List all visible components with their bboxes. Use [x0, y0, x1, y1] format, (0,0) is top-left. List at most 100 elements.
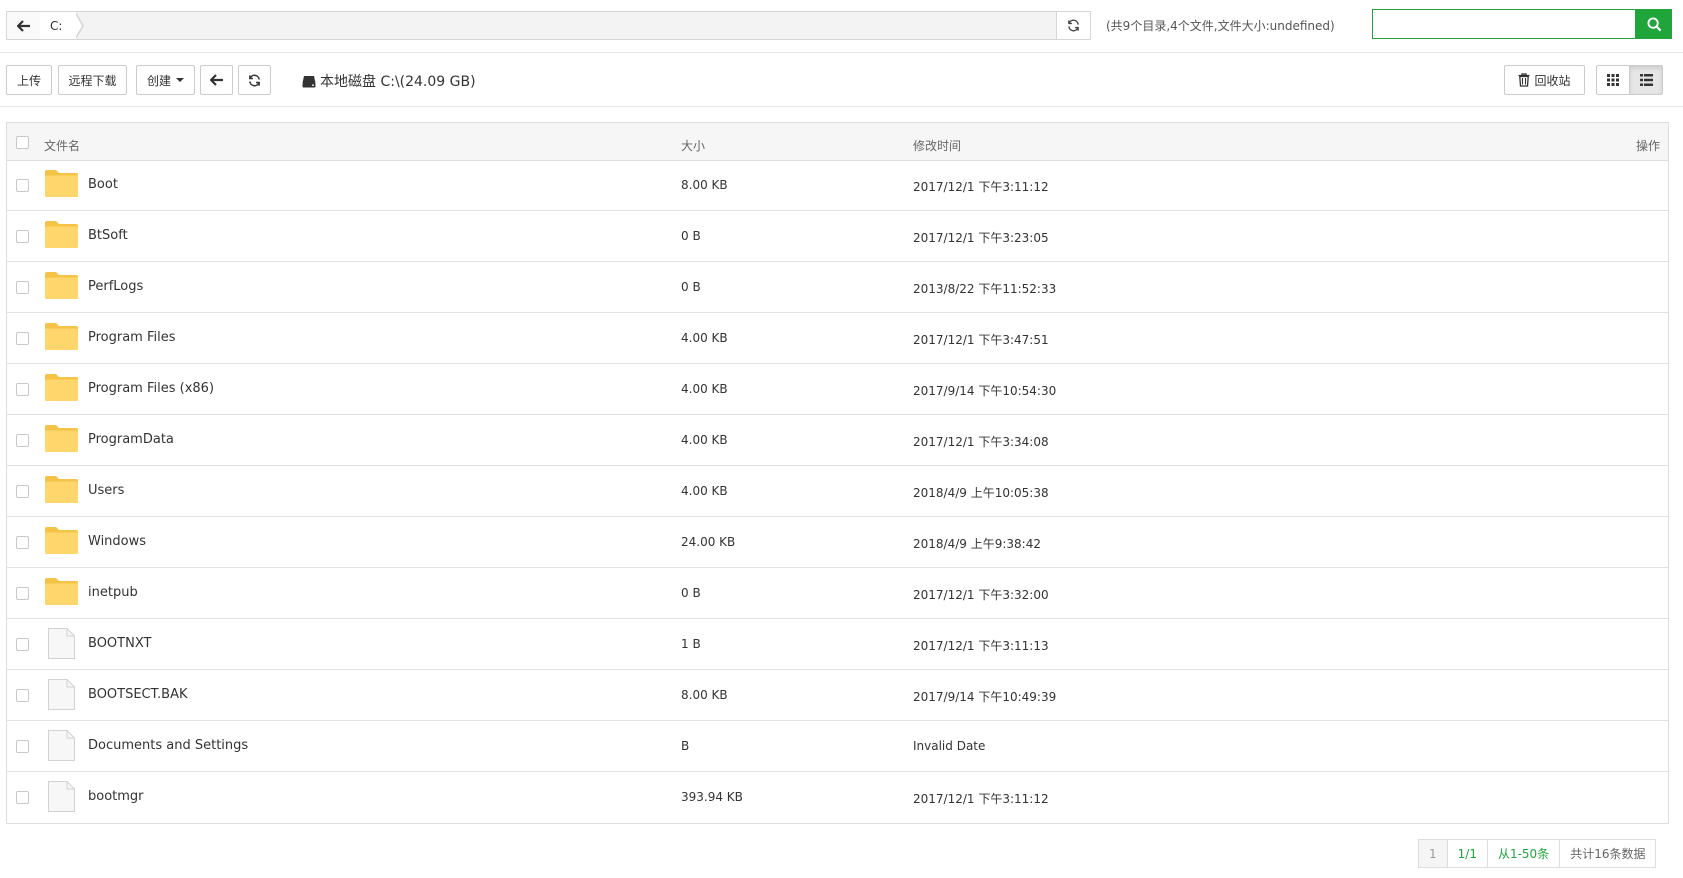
select-all-checkbox[interactable]: [16, 136, 29, 149]
file-size: 24.00 KB: [681, 535, 736, 549]
table-row[interactable]: inetpub 0 B 2017/12/1 下午3:32:00: [7, 568, 1668, 619]
folder-icon: [45, 476, 78, 503]
folder-icon: [45, 323, 78, 350]
table-row[interactable]: BOOTNXT 1 B 2017/12/1 下午3:11:13: [7, 619, 1668, 670]
table-row[interactable]: Program Files (x86) 4.00 KB 2017/9/14 下午10…: [7, 364, 1668, 415]
file-name[interactable]: Users: [88, 483, 124, 498]
file-name[interactable]: Documents and Settings: [88, 738, 248, 753]
table-row[interactable]: Windows 24.00 KB 2018/4/9 上午9:38:42: [7, 517, 1668, 568]
row-checkbox[interactable]: [16, 434, 29, 447]
row-checkbox[interactable]: [16, 281, 29, 294]
file-icon: [48, 730, 75, 761]
file-mtime: 2017/12/1 下午3:23:05: [913, 231, 1049, 245]
pager-range: 从1-50条: [1486, 840, 1560, 867]
file-mtime: 2017/9/14 下午10:49:39: [913, 690, 1057, 704]
table-row[interactable]: Documents and Settings B Invalid Date: [7, 721, 1668, 772]
file-size: 4.00 KB: [681, 382, 728, 396]
search-button[interactable]: [1636, 9, 1672, 39]
refresh-icon: [1068, 19, 1079, 32]
recycle-bin-label: 回收站: [1534, 73, 1571, 88]
column-header-name[interactable]: 文件名: [44, 137, 80, 154]
disk-info: 本地磁盘 C:\(24.09 GB): [302, 71, 476, 91]
search-input[interactable]: [1372, 9, 1636, 39]
table-row[interactable]: PerfLogs 0 B 2013/8/22 下午11:52:33: [7, 262, 1668, 313]
row-checkbox[interactable]: [16, 740, 29, 753]
row-checkbox[interactable]: [16, 638, 29, 651]
back-arrow-icon: [16, 19, 30, 32]
row-checkbox[interactable]: [16, 536, 29, 549]
file-name[interactable]: inetpub: [88, 585, 138, 600]
folder-icon: [45, 272, 78, 299]
file-size: 0 B: [681, 280, 701, 294]
create-label: 创建: [146, 73, 171, 88]
row-checkbox[interactable]: [16, 485, 29, 498]
breadcrumb-drive[interactable]: C:: [40, 12, 76, 39]
list-view-icon: [1639, 74, 1653, 86]
table-row[interactable]: Users 4.00 KB 2018/4/9 上午10:05:38: [7, 466, 1668, 517]
path-bar: C:: [6, 11, 1091, 40]
create-dropdown-button[interactable]: 创建: [136, 65, 195, 95]
file-name[interactable]: BtSoft: [88, 228, 128, 243]
row-checkbox[interactable]: [16, 383, 29, 396]
folder-icon: [45, 527, 78, 554]
row-checkbox[interactable]: [16, 689, 29, 702]
file-size: 8.00 KB: [681, 178, 728, 192]
file-name[interactable]: BOOTNXT: [88, 636, 151, 651]
file-mtime: 2017/12/1 下午3:34:08: [913, 435, 1049, 449]
table-row[interactable]: Boot 8.00 KB 2017/12/1 下午3:11:12: [7, 160, 1668, 211]
recycle-bin-button[interactable]: 回收站: [1504, 65, 1585, 95]
row-checkbox[interactable]: [16, 791, 29, 804]
file-size: 393.94 KB: [681, 790, 743, 804]
file-name[interactable]: Program Files (x86): [88, 381, 214, 396]
remote-download-button[interactable]: 远程下载: [58, 65, 127, 95]
pager-current-page[interactable]: 1: [1419, 840, 1447, 867]
table-row[interactable]: ProgramData 4.00 KB 2017/12/1 下午3:34:08: [7, 415, 1668, 466]
list-view-button[interactable]: [1629, 65, 1663, 95]
file-name[interactable]: BOOTSECT.BAK: [88, 687, 188, 702]
upload-button[interactable]: 上传: [6, 65, 52, 95]
grid-view-icon: [1607, 74, 1619, 86]
grid-view-button[interactable]: [1596, 65, 1630, 95]
row-checkbox[interactable]: [16, 179, 29, 192]
row-checkbox[interactable]: [16, 332, 29, 345]
file-name[interactable]: Program Files: [88, 330, 176, 345]
path-back-button[interactable]: [7, 12, 41, 39]
table-row[interactable]: BOOTSECT.BAK 8.00 KB 2017/9/14 下午10:49:39: [7, 670, 1668, 721]
column-header-mtime[interactable]: 修改时间: [913, 137, 961, 154]
pagination: 1 1/1 从1-50条 共计16条数据: [1418, 839, 1657, 868]
directory-summary: (共9个目录,4个文件,文件大小:undefined): [1106, 19, 1335, 33]
back-button[interactable]: [200, 65, 233, 95]
row-checkbox[interactable]: [16, 230, 29, 243]
file-name[interactable]: PerfLogs: [88, 279, 143, 294]
path-refresh-button[interactable]: [1056, 12, 1090, 39]
file-mtime: 2017/12/1 下午3:11:13: [913, 639, 1049, 653]
refresh-icon: [249, 74, 260, 86]
file-name[interactable]: bootmgr: [88, 789, 144, 804]
file-size: 0 B: [681, 586, 701, 600]
file-name[interactable]: Boot: [88, 177, 118, 192]
folder-icon: [45, 170, 78, 197]
refresh-button[interactable]: [238, 65, 271, 95]
folder-icon: [45, 425, 78, 452]
row-checkbox[interactable]: [16, 587, 29, 600]
file-mtime: 2018/4/9 上午10:05:38: [913, 486, 1049, 500]
divider: [0, 106, 1683, 107]
file-name[interactable]: Windows: [88, 534, 146, 549]
file-mtime: Invalid Date: [913, 739, 986, 753]
file-mtime: 2017/12/1 下午3:11:12: [913, 180, 1049, 194]
file-mtime: 2017/12/1 下午3:47:51: [913, 333, 1049, 347]
folder-icon: [45, 221, 78, 248]
search-icon: [1646, 16, 1661, 31]
file-name[interactable]: ProgramData: [88, 432, 174, 447]
file-icon: [48, 781, 75, 812]
back-arrow-icon: [209, 74, 223, 86]
trash-icon: [1518, 73, 1530, 87]
table-row[interactable]: Program Files 4.00 KB 2017/12/1 下午3:47:51: [7, 313, 1668, 364]
column-header-size[interactable]: 大小: [681, 137, 705, 154]
hdd-icon: [302, 75, 316, 87]
pager-total-count: 共计16条数据: [1559, 840, 1656, 867]
table-row[interactable]: BtSoft 0 B 2017/12/1 下午3:23:05: [7, 211, 1668, 262]
caret-down-icon: [176, 78, 184, 82]
table-header: 文件名 大小 修改时间 操作: [7, 123, 1668, 161]
table-row[interactable]: bootmgr 393.94 KB 2017/12/1 下午3:11:12: [7, 772, 1668, 823]
